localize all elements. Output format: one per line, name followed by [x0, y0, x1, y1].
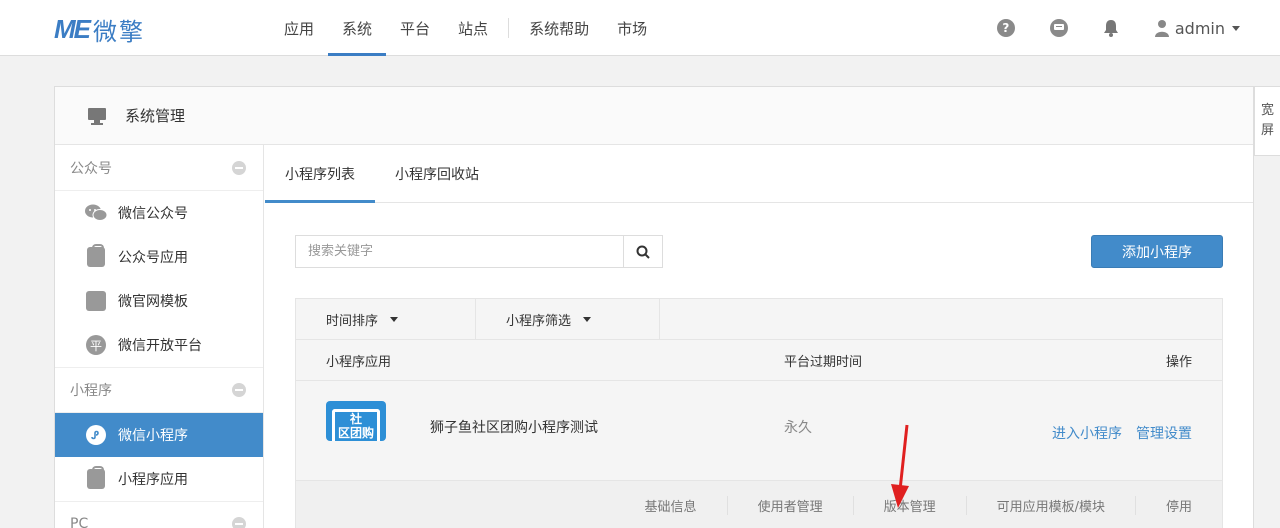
sidebar-item-label: 微信公众号 [118, 206, 188, 222]
filter-row: 时间排序 小程序筛选 [296, 299, 1222, 340]
miniprogram-table: 时间排序 小程序筛选 小程序应用 平台过期时间 操作 社 区团购 狮子鱼社区团购… [295, 298, 1223, 528]
sidebar: 公众号 微信公众号 公众号应用 微官网模板 平 微信开放平台 小程序 微信小程序… [55, 145, 264, 528]
app-thumbnail: 社 区团购 [326, 401, 386, 441]
sidebar-group-miniprogram[interactable]: 小程序 [55, 367, 263, 413]
bag-icon [85, 244, 107, 267]
sidebar-group-official[interactable]: 公众号 [55, 145, 263, 191]
collapse-icon[interactable] [232, 383, 246, 397]
disable-link[interactable]: 停用 [1136, 496, 1192, 515]
sidebar-group-label: 小程序 [70, 383, 112, 399]
search-button[interactable] [624, 235, 663, 268]
logo[interactable]: ME 微擎 [54, 12, 145, 47]
filter-label: 小程序筛选 [506, 313, 572, 329]
template-icon [85, 291, 107, 311]
filter-label: 时间排序 [326, 313, 379, 329]
nav-divider [508, 18, 510, 38]
app-thumbnail-label: 社 区团购 [332, 409, 380, 441]
main-nav: 应用 系统 平台 站点 系统帮助 市场 [270, 0, 661, 56]
add-miniprogram-button[interactable]: 添加小程序 [1091, 235, 1223, 268]
top-right-tools: ? admin [996, 0, 1240, 56]
table-header: 小程序应用 平台过期时间 操作 [296, 340, 1222, 381]
question-icon[interactable]: ? [996, 19, 1015, 37]
sidebar-item-site-templates[interactable]: 微官网模板 [55, 279, 263, 323]
bell-icon[interactable] [1103, 19, 1119, 37]
platform-icon: 平 [85, 335, 107, 355]
sort-time-dropdown[interactable]: 时间排序 [296, 299, 476, 339]
sidebar-item-label: 微信开放平台 [118, 338, 202, 354]
app-expire: 永久 [784, 420, 812, 436]
sidebar-item-wechat-account[interactable]: 微信公众号 [55, 191, 263, 235]
row-actions: 进入小程序 管理设置 [1038, 423, 1192, 443]
panel-header: 系统管理 [55, 87, 1253, 145]
user-icon [1154, 20, 1169, 37]
manage-settings-link[interactable]: 管理设置 [1136, 423, 1192, 443]
main-content: 小程序列表 小程序回收站 添加小程序 时间排序 小程序筛选 小 [265, 145, 1253, 528]
nav-help[interactable]: 系统帮助 [515, 0, 603, 56]
logo-text: 微擎 [93, 18, 145, 46]
enter-miniprogram-link[interactable]: 进入小程序 [1052, 423, 1122, 443]
collapse-icon[interactable] [232, 517, 246, 528]
widescreen-toggle[interactable]: 宽 屏 [1254, 86, 1280, 156]
chevron-down-icon [390, 316, 399, 322]
search-bar [295, 235, 663, 268]
miniprogram-icon [85, 425, 107, 445]
version-management-link[interactable]: 版本管理 [854, 495, 967, 515]
sidebar-group-label: PC [70, 516, 89, 528]
row-sub-actions: 基础信息 使用者管理 版本管理 可用应用模板/模块 停用 [296, 481, 1222, 528]
column-header-expire: 平台过期时间 [784, 354, 863, 370]
wechat-icon [85, 203, 107, 223]
sidebar-group-pc[interactable]: PC [55, 501, 263, 528]
monitor-icon [88, 107, 106, 125]
sidebar-group-label: 公众号 [70, 160, 112, 177]
sidebar-item-label: 公众号应用 [118, 250, 188, 266]
sidebar-item-wechat-miniprogram[interactable]: 微信小程序 [55, 413, 263, 457]
collapse-icon[interactable] [232, 160, 246, 175]
app-name: 狮子鱼社区团购小程序测试 [430, 420, 598, 436]
basic-info-link[interactable]: 基础信息 [615, 495, 728, 515]
sidebar-item-miniprogram-apps[interactable]: 小程序应用 [55, 457, 263, 501]
user-management-link[interactable]: 使用者管理 [728, 495, 854, 515]
nav-market[interactable]: 市场 [603, 0, 661, 56]
sidebar-item-label: 微官网模板 [118, 294, 188, 310]
sidebar-item-label: 微信小程序 [118, 428, 188, 444]
column-header-app: 小程序应用 [326, 354, 392, 370]
panel-title: 系统管理 [125, 107, 186, 125]
top-navbar: ME 微擎 应用 系统 平台 站点 系统帮助 市场 ? admin [0, 0, 1280, 56]
bag-icon [85, 466, 107, 489]
available-templates-link[interactable]: 可用应用模板/模块 [967, 495, 1136, 515]
chevron-down-icon [583, 316, 592, 322]
widescreen-label-2: 屏 [1260, 123, 1274, 138]
user-menu[interactable]: admin [1154, 18, 1240, 38]
sidebar-item-official-apps[interactable]: 公众号应用 [55, 235, 263, 279]
table-row: 社 区团购 狮子鱼社区团购小程序测试 永久 进入小程序 管理设置 [296, 381, 1222, 481]
tab-bar: 小程序列表 小程序回收站 [265, 145, 1253, 203]
sidebar-item-label: 小程序应用 [118, 472, 188, 488]
tab-miniprogram-list[interactable]: 小程序列表 [265, 145, 375, 203]
filter-miniprogram-dropdown[interactable]: 小程序筛选 [476, 299, 660, 339]
nav-system[interactable]: 系统 [328, 0, 387, 56]
nav-platform[interactable]: 平台 [386, 0, 444, 56]
search-input[interactable] [295, 235, 624, 268]
system-panel: 系统管理 公众号 微信公众号 公众号应用 微官网模板 平 微信开放平台 小程序 [54, 86, 1254, 528]
column-header-actions: 操作 [1165, 354, 1192, 370]
logo-mark: ME [54, 14, 91, 44]
tab-recycle-bin[interactable]: 小程序回收站 [375, 145, 499, 202]
message-icon[interactable] [1049, 19, 1068, 37]
nav-apps[interactable]: 应用 [270, 0, 328, 56]
widescreen-label-1: 宽 [1260, 103, 1274, 118]
user-name: admin [1174, 18, 1225, 38]
sidebar-item-open-platform[interactable]: 平 微信开放平台 [55, 323, 263, 367]
nav-site[interactable]: 站点 [444, 0, 502, 56]
search-icon [636, 245, 650, 259]
chevron-down-icon [1232, 25, 1240, 31]
